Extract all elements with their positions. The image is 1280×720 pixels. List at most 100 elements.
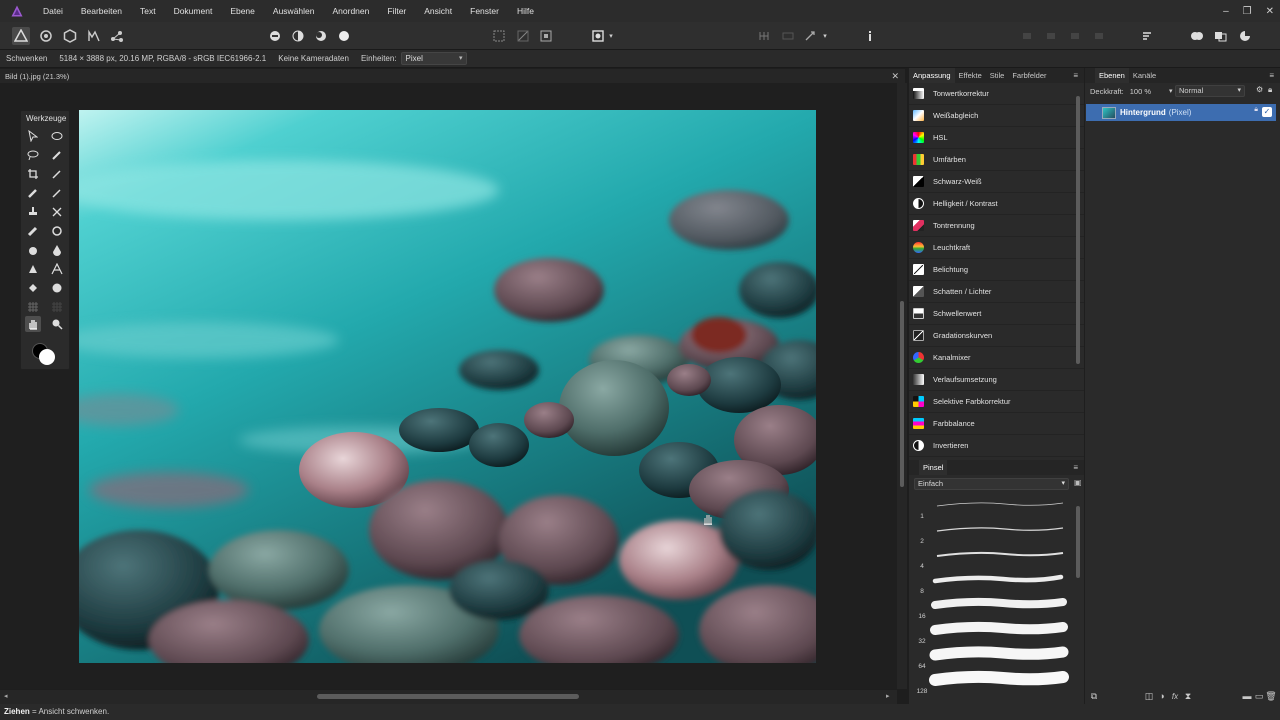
adj-item-hsl[interactable]: HSL [909, 127, 1084, 149]
layer-stack-icon[interactable]: ⧉ [1088, 690, 1100, 702]
boolean-subtract-icon[interactable] [1212, 27, 1230, 45]
vertical-scroll-thumb[interactable] [900, 301, 904, 487]
boolean-add-icon[interactable] [1188, 27, 1206, 45]
adj-item-helligkeit-kontrast[interactable]: Helligkeit / Kontrast [909, 193, 1084, 215]
assistant-icon[interactable] [801, 27, 819, 45]
menu-anordnen[interactable]: Anordnen [324, 0, 379, 22]
erase-brush-tool-icon[interactable] [49, 185, 65, 201]
add-live-filter-icon[interactable]: ⧗ [1182, 690, 1194, 702]
tab-effekte[interactable]: Effekte [955, 68, 986, 83]
close-document-icon[interactable]: ✕ [891, 69, 899, 83]
fill-tool-icon[interactable] [25, 280, 41, 296]
adjustments-scroll-thumb[interactable] [1076, 96, 1080, 364]
add-pixel-layer-icon[interactable]: ▭ [1253, 690, 1265, 702]
selection-brush-tool-icon[interactable] [49, 147, 65, 163]
brush-8[interactable]: 8 [909, 570, 1074, 595]
layer-lock-icon[interactable]: 🔒︎ [1254, 106, 1258, 114]
tab-anpassung[interactable]: Anpassung [909, 68, 955, 83]
clone-stamp-tool-icon[interactable] [25, 204, 41, 220]
horizontal-scroll-thumb[interactable] [317, 694, 579, 699]
add-group-icon[interactable]: ▬ [1241, 690, 1253, 702]
add-mask-icon[interactable]: ◫ [1143, 690, 1155, 702]
align-center-icon[interactable] [1042, 27, 1060, 45]
grid-icon[interactable] [779, 27, 797, 45]
brush-category-dropdown[interactable]: Einfach [914, 478, 1069, 490]
photo-persona-icon[interactable] [12, 27, 30, 45]
menu-hilfe[interactable]: Hilfe [508, 0, 543, 22]
paint-brush-tool-icon[interactable] [25, 185, 41, 201]
affinity-photo-logo-icon[interactable] [10, 4, 24, 18]
auto-white-balance-icon[interactable] [335, 27, 353, 45]
adj-item-selektive-farbkorrektur[interactable]: Selektive Farbkorrektur [909, 391, 1084, 413]
add-effect-icon[interactable]: fx [1169, 690, 1181, 702]
delete-layer-icon[interactable]: 🗑︎ [1265, 690, 1277, 702]
menu-ansicht[interactable]: Ansicht [415, 0, 461, 22]
menu-ebene[interactable]: Ebene [221, 0, 264, 22]
align-left-icon[interactable] [1018, 27, 1036, 45]
brush-panel-menu-icon[interactable]: ≡ [1073, 460, 1078, 475]
brush-128[interactable]: 128 [909, 670, 1074, 695]
units-dropdown[interactable]: Pixel [400, 52, 467, 65]
export-persona-icon[interactable] [108, 27, 126, 45]
canvas-area[interactable]: Werkzeuge [0, 83, 897, 689]
adj-item-leuchtkraft[interactable]: Leuchtkraft [909, 237, 1084, 259]
tone-mapping-persona-icon[interactable] [85, 27, 103, 45]
adj-item-schwarz-weiss[interactable]: Schwarz-Weiß [909, 171, 1084, 193]
layer-settings-icon[interactable]: ⚙ [1256, 85, 1263, 94]
layer-lock-toggle-icon[interactable]: 🔒︎ [1268, 85, 1272, 95]
vertical-scrollbar[interactable] [897, 83, 907, 689]
quick-mask-dropdown-icon[interactable]: ▾ [606, 27, 616, 45]
restore-icon[interactable]: ❐ [1243, 6, 1252, 17]
brush-scroll-thumb[interactable] [1076, 506, 1080, 578]
opacity-dropdown-icon[interactable]: ▾ [1169, 87, 1173, 95]
dodge-tool-icon[interactable] [25, 242, 41, 258]
quick-mask-icon[interactable] [589, 27, 607, 45]
layer-visibility-checkbox[interactable]: ✓ [1262, 107, 1272, 117]
tab-stile[interactable]: Stile [986, 68, 1009, 83]
marquee-ellipse-tool-icon[interactable] [49, 128, 65, 144]
menu-datei[interactable]: Datei [34, 0, 72, 22]
scroll-right-icon[interactable]: ▸ [886, 692, 890, 700]
adj-item-verlaufsumsetzung[interactable]: Verlaufsumsetzung [909, 369, 1084, 391]
minimize-icon[interactable]: – [1223, 6, 1229, 17]
brush-1[interactable]: 1 [909, 495, 1074, 520]
freehand-selection-tool-icon[interactable] [25, 147, 41, 163]
text-tool-icon[interactable] [49, 261, 65, 277]
brush-64[interactable]: 64 [909, 645, 1074, 670]
auto-colors-icon[interactable] [312, 27, 330, 45]
mesh-warp-tool-icon[interactable] [25, 299, 41, 315]
opacity-value[interactable]: 100 % [1130, 87, 1151, 96]
tab-farbfelder[interactable]: Farbfelder [1008, 68, 1050, 83]
color-picker-tool-icon[interactable] [49, 166, 65, 182]
panel-menu-icon[interactable]: ≡ [1073, 68, 1078, 83]
tab-kanaele[interactable]: Kanäle [1129, 68, 1160, 83]
brush-16[interactable]: 16 [909, 595, 1074, 620]
arrange-icon[interactable] [1138, 27, 1156, 45]
healing-brush-tool-icon[interactable] [49, 204, 65, 220]
move-tool-icon[interactable] [25, 128, 41, 144]
marquee-mode-icon[interactable] [490, 27, 508, 45]
menu-text[interactable]: Text [131, 0, 165, 22]
adj-item-schatten-lichter[interactable]: Schatten / Lichter [909, 281, 1084, 303]
color-swatch-icon[interactable] [31, 342, 59, 366]
align-right-icon[interactable] [1066, 27, 1084, 45]
auto-levels-icon[interactable] [266, 27, 284, 45]
perspective-tool-icon[interactable] [49, 299, 65, 315]
crop-tool-icon[interactable] [25, 166, 41, 182]
document-image[interactable] [79, 110, 816, 663]
document-tab[interactable]: Bild (1).jpg (21.3%) ✕ [0, 69, 905, 83]
secondary-color-swatch[interactable] [39, 349, 55, 365]
horizontal-scrollbar[interactable]: ◂ ▸ [0, 690, 897, 704]
menu-fenster[interactable]: Fenster [461, 0, 508, 22]
tab-ebenen[interactable]: Ebenen [1095, 68, 1129, 83]
zoom-tool-icon[interactable] [49, 316, 65, 332]
adj-item-kanalmixer[interactable]: Kanalmixer [909, 347, 1084, 369]
pen-tool-icon[interactable] [25, 261, 41, 277]
menu-bearbeiten[interactable]: Bearbeiten [72, 0, 131, 22]
align-top-icon[interactable] [1090, 27, 1108, 45]
adj-item-invertieren[interactable]: Invertieren [909, 435, 1084, 457]
layer-row-hintergrund[interactable]: Hintergrund (Pixel) 🔒︎ ✓ [1086, 104, 1276, 121]
scroll-left-icon[interactable]: ◂ [4, 692, 8, 700]
selection-add-icon[interactable] [514, 27, 532, 45]
tab-pinsel[interactable]: Pinsel [919, 460, 948, 475]
